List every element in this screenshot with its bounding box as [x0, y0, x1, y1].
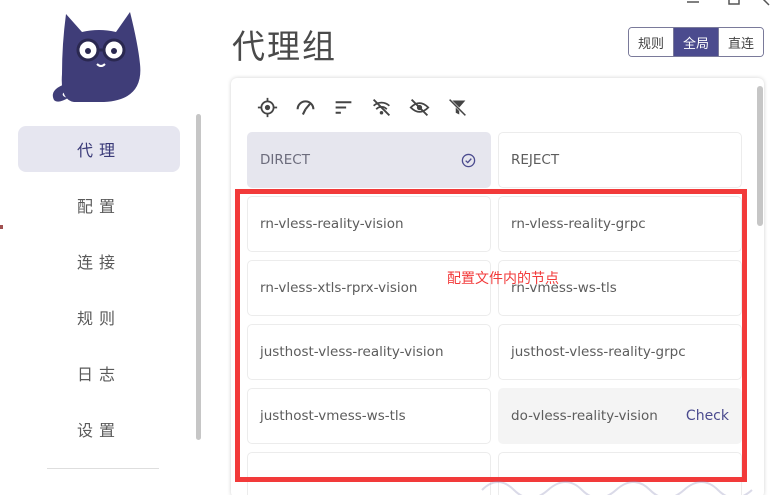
sidebar: 代理 配置 连接 规则 日志 设置	[0, 0, 201, 495]
mode-switch: 规则 全局 直连	[628, 27, 765, 57]
proxy-card[interactable]: justhost-vless-reality-grpc	[498, 324, 742, 380]
proxy-name: justhost-vmess-ws-tls	[260, 408, 406, 424]
locate-icon[interactable]	[257, 97, 278, 118]
proxy-card[interactable]: rn-vmess-ws-tls	[498, 260, 742, 316]
proxy-card[interactable]: rn-vless-reality-grpc	[498, 196, 742, 252]
proxy-name: rn-vless-reality-grpc	[511, 216, 646, 232]
sidebar-item-profiles[interactable]: 配置	[18, 182, 180, 228]
wifi-off-icon[interactable]	[371, 97, 392, 118]
check-circle-icon	[461, 153, 476, 168]
sidebar-item-connections[interactable]: 连接	[18, 238, 180, 284]
mode-global-button[interactable]: 全局	[674, 28, 720, 56]
proxy-name: rn-vless-xtls-rprx-vision	[260, 280, 418, 296]
sidebar-item-label: 规则	[76, 309, 121, 328]
sidebar-item-label: 日志	[76, 365, 121, 384]
sidebar-divider	[47, 468, 159, 469]
sidebar-item-label: 连接	[76, 253, 121, 272]
proxy-name: REJECT	[511, 152, 560, 168]
proxy-card[interactable]: do-vless-reality-vision Check	[498, 388, 742, 444]
proxy-card[interactable]	[498, 452, 742, 495]
sidebar-item-rules[interactable]: 规则	[18, 294, 180, 340]
proxy-card[interactable]: rn-vless-reality-vision	[247, 196, 491, 252]
filter-off-icon[interactable]	[447, 97, 468, 118]
edge-mark	[0, 225, 3, 229]
sidebar-item-logs[interactable]: 日志	[18, 350, 180, 396]
proxy-name: justhost-vless-reality-grpc	[511, 344, 686, 360]
eye-off-icon[interactable]	[409, 97, 430, 118]
proxy-card[interactable]	[247, 452, 491, 495]
maximize-icon[interactable]	[727, 0, 741, 6]
proxy-name: do-vless-reality-vision	[511, 408, 658, 424]
sidebar-item-label: 设置	[76, 421, 121, 440]
sidebar-item-label: 代理	[76, 141, 121, 160]
proxy-name: rn-vless-reality-vision	[260, 216, 404, 232]
sidebar-item-settings[interactable]: 设置	[18, 406, 180, 452]
panel-scrollbar[interactable]	[757, 86, 763, 226]
app-window: 代理 配置 连接 规则 日志 设置 代理组 规则 全局 直连 DIRECT RE…	[0, 0, 772, 495]
sidebar-item-label: 配置	[76, 197, 121, 216]
proxy-card[interactable]: rn-vless-xtls-rprx-vision	[247, 260, 491, 316]
sidebar-scrollbar[interactable]	[196, 114, 201, 440]
mode-rule-button[interactable]: 规则	[629, 28, 675, 56]
proxy-card[interactable]: justhost-vless-reality-vision	[247, 324, 491, 380]
check-button[interactable]: Check	[686, 408, 729, 424]
proxy-name: DIRECT	[260, 152, 310, 168]
mode-direct-button[interactable]: 直连	[719, 28, 764, 56]
page-title: 代理组	[232, 27, 337, 66]
proxy-card[interactable]: justhost-vmess-ws-tls	[247, 388, 491, 444]
sidebar-item-proxy[interactable]: 代理	[18, 126, 180, 172]
sort-icon[interactable]	[333, 97, 354, 118]
speed-test-icon[interactable]	[295, 97, 316, 118]
minimize-icon[interactable]	[686, 0, 700, 6]
close-icon[interactable]	[760, 0, 772, 6]
proxy-toolbar	[257, 97, 468, 118]
proxy-name: rn-vmess-ws-tls	[511, 280, 617, 296]
proxy-card-reject[interactable]: REJECT	[498, 132, 742, 188]
proxy-card-direct[interactable]: DIRECT	[247, 132, 491, 188]
proxy-name: justhost-vless-reality-vision	[260, 344, 444, 360]
cat-logo	[52, 12, 141, 102]
